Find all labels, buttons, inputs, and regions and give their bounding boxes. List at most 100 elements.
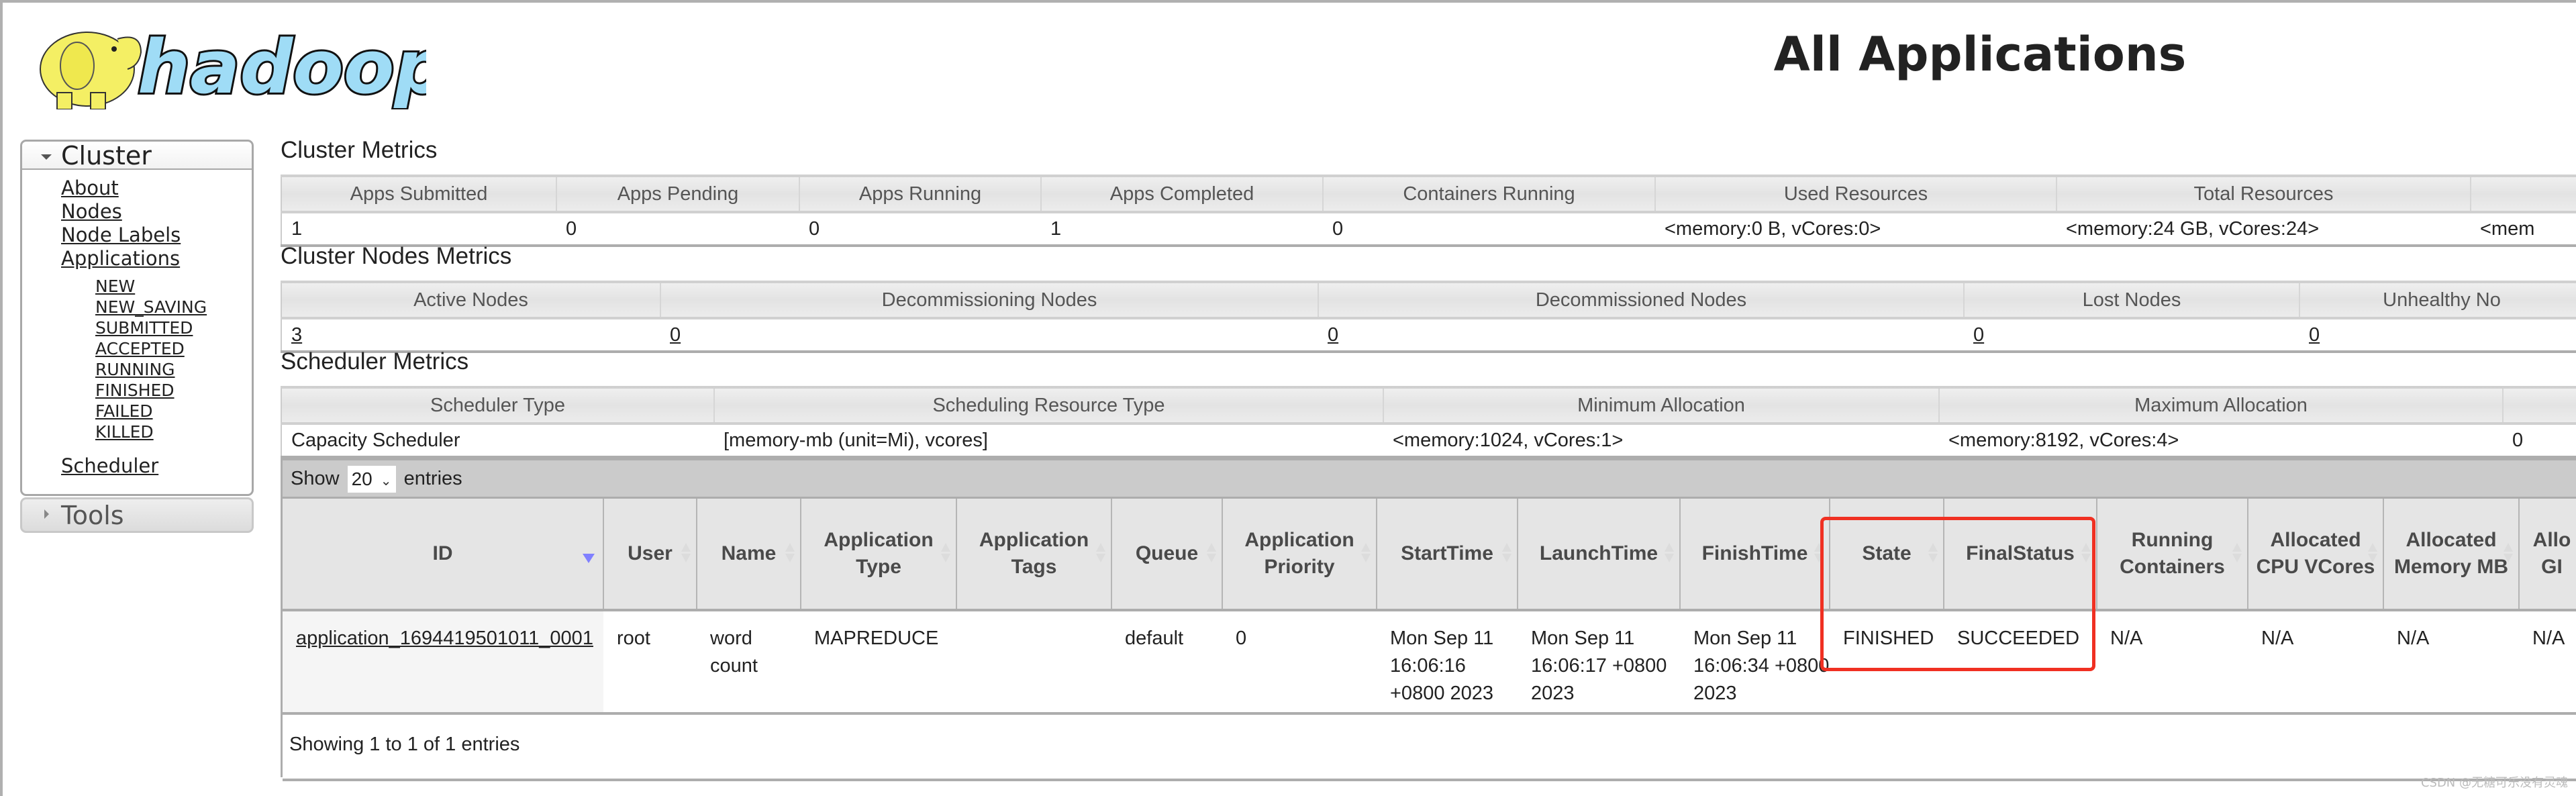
column-header-name[interactable]: Name xyxy=(697,499,801,611)
show-label: Show xyxy=(291,468,340,489)
link-unhealthy-nodes[interactable]: 0 xyxy=(2309,324,2320,346)
value-apps-pending: 0 xyxy=(556,212,799,247)
sidebar-link-applications[interactable]: Applications xyxy=(61,247,252,270)
applications-table-wrapper: Show 20 ⌄ entries ID User Name Applicatio… xyxy=(281,458,2576,781)
value-containers-running: 0 xyxy=(1323,212,1655,247)
value-maximum-allocation: <memory:8192, vCores:4> xyxy=(1939,424,2503,458)
column-header-state[interactable]: State xyxy=(1830,499,1944,611)
sort-icon xyxy=(2504,543,2513,563)
value-apps-submitted: 1 xyxy=(281,212,556,247)
sidebar-link-killed[interactable]: KILLED xyxy=(95,421,252,442)
cell-allocated-gpus: N/A xyxy=(2519,610,2576,715)
sidebar-link-about[interactable]: About xyxy=(61,177,252,200)
sort-icon xyxy=(1502,543,1512,563)
value-max-cluster-priority: 0 xyxy=(2503,424,2576,458)
scheduler-metrics-title: Scheduler Metrics xyxy=(281,348,469,375)
sidebar-cluster-panel: Cluster About Nodes Node Labels Applicat… xyxy=(20,140,254,496)
header-lost-nodes: Lost Nodes xyxy=(1963,281,2299,319)
cell-finish-time: Mon Sep 11 16:06:34 +0800 2023 xyxy=(1680,610,1830,715)
sort-icon xyxy=(681,543,691,563)
header-unhealthy-nodes: Unhealthy No xyxy=(2299,281,2576,319)
apps-length-control: Show 20 ⌄ entries xyxy=(283,458,2576,499)
header-apps-pending: Apps Pending xyxy=(556,175,799,213)
sidebar-link-submitted[interactable]: SUBMITTED xyxy=(95,317,252,338)
cell-priority: 0 xyxy=(1222,610,1377,715)
value-total-resources: <memory:24 GB, vCores:24> xyxy=(2057,212,2471,247)
header-max-cluster-priority xyxy=(2502,386,2576,425)
column-header-finish-time[interactable]: FinishTime xyxy=(1680,499,1830,611)
cell-running-containers: N/A xyxy=(2097,610,2248,715)
column-header-allocated-cpu-vcores[interactable]: Allocated CPU VCores xyxy=(2248,499,2384,611)
cell-final-status: SUCCEEDED xyxy=(1944,610,2097,715)
application-id-link[interactable]: application_1694419501011_0001 xyxy=(296,628,593,649)
sidebar-link-running[interactable]: RUNNING xyxy=(95,359,252,380)
link-decommissioned-nodes[interactable]: 0 xyxy=(1328,324,1338,346)
column-header-start-time[interactable]: StartTime xyxy=(1377,499,1518,611)
cell-start-time: Mon Sep 11 16:06:16 +0800 2023 xyxy=(1377,610,1518,715)
value-apps-completed: 1 xyxy=(1041,212,1323,247)
table-row: application_1694419501011_0001 root word… xyxy=(283,610,2576,715)
sort-icon xyxy=(1361,543,1371,563)
column-header-user[interactable]: User xyxy=(603,499,697,611)
cluster-accordion-header[interactable]: Cluster xyxy=(22,142,252,170)
sidebar-link-failed[interactable]: FAILED xyxy=(95,401,252,421)
sort-icon xyxy=(1207,543,1216,563)
table-info: Showing 1 to 1 of 1 entries xyxy=(283,715,2576,781)
cluster-label: Cluster xyxy=(61,141,152,170)
cell-queue: default xyxy=(1111,610,1222,715)
page-size-value: 20 xyxy=(351,468,373,490)
sidebar-link-new-saving[interactable]: NEW_SAVING xyxy=(95,297,252,317)
entries-label: entries xyxy=(403,468,462,489)
column-header-id[interactable]: ID xyxy=(283,499,604,611)
page-size-select[interactable]: 20 ⌄ xyxy=(347,466,396,493)
cluster-nodes-metrics-title: Cluster Nodes Metrics xyxy=(281,243,512,269)
watermark: CSDN @无糖可乐没有灵魂 xyxy=(2420,776,2568,790)
hadoop-logo[interactable]: hadoop xyxy=(23,12,426,109)
sidebar-link-scheduler[interactable]: Scheduler xyxy=(61,454,252,478)
value-apps-running: 0 xyxy=(799,212,1041,247)
header-apps-completed: Apps Completed xyxy=(1040,175,1323,213)
link-decommissioning-nodes[interactable]: 0 xyxy=(670,324,681,346)
column-header-final-status[interactable]: FinalStatus xyxy=(1944,499,2097,611)
sort-icon xyxy=(785,543,795,563)
sort-icon xyxy=(1665,543,1674,563)
cell-launch-time: Mon Sep 11 16:06:17 +0800 2023 xyxy=(1518,610,1680,715)
header-containers-running: Containers Running xyxy=(1322,175,1655,213)
header-maximum-allocation: Maximum Allocation xyxy=(1938,386,2503,425)
sidebar-link-accepted[interactable]: ACCEPTED xyxy=(95,338,252,359)
sort-icon xyxy=(2232,543,2242,563)
sidebar-link-finished[interactable]: FINISHED xyxy=(95,380,252,401)
sidebar-link-new[interactable]: NEW xyxy=(95,276,252,297)
header-reserved-resources xyxy=(2470,175,2576,213)
value-used-resources: <memory:0 B, vCores:0> xyxy=(1655,212,2057,247)
column-header-launch-time[interactable]: LaunchTime xyxy=(1518,499,1681,611)
elephant-icon xyxy=(40,32,142,109)
link-lost-nodes[interactable]: 0 xyxy=(1973,324,1984,346)
column-header-application-tags[interactable]: Application Tags xyxy=(956,499,1112,611)
column-header-allocated-gpus[interactable]: Allo GI xyxy=(2519,499,2576,611)
sort-desc-icon xyxy=(583,554,595,563)
sort-icon xyxy=(1928,543,1938,563)
header-decommissioned-nodes: Decommissioned Nodes xyxy=(1318,281,1964,319)
sidebar-link-node-labels[interactable]: Node Labels xyxy=(61,223,252,247)
header-active-nodes: Active Nodes xyxy=(281,281,660,319)
chevron-down-icon: ⌄ xyxy=(380,474,392,489)
tools-accordion-header[interactable]: Tools xyxy=(20,497,254,533)
header-apps-submitted: Apps Submitted xyxy=(281,175,556,213)
column-header-queue[interactable]: Queue xyxy=(1111,499,1223,611)
column-header-allocated-memory-mb[interactable]: Allocated Memory MB xyxy=(2383,499,2520,611)
column-header-running-containers[interactable]: Running Containers xyxy=(2097,499,2248,611)
link-active-nodes[interactable]: 3 xyxy=(291,324,302,346)
sort-icon xyxy=(1096,543,1105,563)
scheduler-metrics-table: Scheduler Type Scheduling Resource Type … xyxy=(281,386,2576,458)
column-header-application-type[interactable]: Application Type xyxy=(801,499,957,611)
applications-table: ID User Name Application Type Applicatio… xyxy=(283,499,2576,715)
sort-icon xyxy=(1814,543,1824,563)
cluster-nodes-metrics-table: Active Nodes Decommissioning Nodes Decom… xyxy=(281,281,2576,353)
column-header-application-priority[interactable]: Application Priority xyxy=(1222,499,1377,611)
header-scheduler-type: Scheduler Type xyxy=(281,386,714,425)
caret-down-icon xyxy=(41,154,52,160)
value-minimum-allocation: <memory:1024, vCores:1> xyxy=(1383,424,1939,458)
sidebar-link-nodes[interactable]: Nodes xyxy=(61,200,252,223)
value-scheduler-type: Capacity Scheduler xyxy=(281,424,714,458)
